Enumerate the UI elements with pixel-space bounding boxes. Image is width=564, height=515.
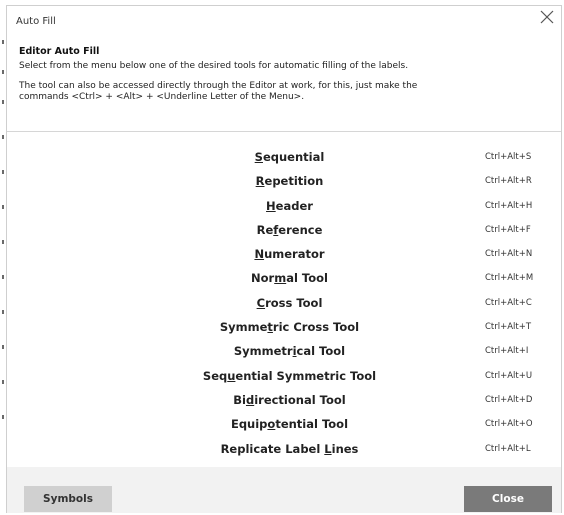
tool-row: Symmetric Cross Tool Ctrl+Alt+T xyxy=(7,315,561,339)
tool-label-prefix: Nor xyxy=(251,271,275,286)
tool-row: Replicate Label Lines Ctrl+Alt+L xyxy=(7,437,561,461)
window-title: Auto Fill xyxy=(16,16,56,27)
dialog-header: Editor Auto Fill Select from the menu be… xyxy=(19,46,539,103)
tool-label-mnemonic: S xyxy=(254,150,263,164)
tool-shortcut: Ctrl+Alt+H xyxy=(485,200,533,211)
tool-label-suffix: al Tool xyxy=(286,271,328,286)
tool-shortcut: Ctrl+Alt+F xyxy=(485,224,531,235)
tool-label-mnemonic: L xyxy=(324,441,332,456)
tool-shortcut: Ctrl+Alt+R xyxy=(485,176,532,187)
tool-label-suffix: cal Tool xyxy=(296,344,346,359)
tool-label-prefix: Symme xyxy=(219,320,268,335)
tool-shortcut: Ctrl+Alt+L xyxy=(485,443,531,454)
tool-shortcut: Ctrl+Alt+O xyxy=(485,419,533,430)
symbols-button[interactable]: Symbols xyxy=(24,486,112,512)
tool-label-mnemonic: R xyxy=(255,174,265,189)
tool-label-suffix: ential Symmetric Tool xyxy=(235,368,377,383)
tool-shortcut: Ctrl+Alt+N xyxy=(485,249,533,260)
header-divider xyxy=(7,131,561,132)
tool-row: Symmetrical Tool Ctrl+Alt+I xyxy=(7,339,561,363)
tool-label-suffix: equential xyxy=(262,150,325,164)
title-bar: Auto Fill xyxy=(7,6,561,38)
tool-shortcut: Ctrl+Alt+D xyxy=(485,394,533,405)
tool-label-mnemonic: H xyxy=(266,198,276,213)
tool-shortcut: Ctrl+Alt+U xyxy=(485,370,533,381)
tool-row: Sequential Ctrl+Alt+S xyxy=(7,145,561,169)
tool-label-mnemonic: C xyxy=(256,295,266,310)
tool-row: Numerator Ctrl+Alt+N xyxy=(7,242,561,266)
tool-row: Cross Tool Ctrl+Alt+C xyxy=(7,291,561,315)
tool-menu-item[interactable]: Equipotential Tool xyxy=(167,417,412,431)
tool-row: Bidirectional Tool Ctrl+Alt+D xyxy=(7,388,561,412)
tool-row: Sequential Symmetric Tool Ctrl+Alt+U xyxy=(7,364,561,388)
tool-list: Sequential Ctrl+Alt+S Repetition Ctrl+Alt+R… xyxy=(7,145,561,461)
tool-menu-item[interactable]: Cross Tool xyxy=(167,296,412,310)
tool-menu-item[interactable]: Bidirectional Tool xyxy=(167,393,412,407)
tool-row: Reference Ctrl+Alt+F xyxy=(7,218,561,242)
tool-label-suffix: ross Tool xyxy=(265,295,323,310)
header-note: The tool can also be accessed directly t… xyxy=(19,81,418,102)
tool-shortcut: Ctrl+Alt+T xyxy=(485,322,532,333)
header-title: Editor Auto Fill xyxy=(19,46,100,57)
tool-shortcut: Ctrl+Alt+S xyxy=(485,152,532,162)
close-icon[interactable] xyxy=(537,9,557,29)
tool-menu-item[interactable]: Header xyxy=(167,199,412,213)
tool-label-prefix: Seq xyxy=(202,368,228,383)
auto-fill-dialog: Auto Fill Editor Auto Fill Select from t… xyxy=(6,5,562,513)
tool-label-suffix: ines xyxy=(331,441,359,456)
tool-menu-item[interactable]: Reference xyxy=(167,223,412,237)
tool-label-prefix: Re xyxy=(256,222,274,237)
tool-row: Normal Tool Ctrl+Alt+M xyxy=(7,266,561,290)
tool-shortcut: Ctrl+Alt+C xyxy=(485,297,532,308)
close-icon-glyph xyxy=(540,10,554,24)
tool-shortcut: Ctrl+Alt+M xyxy=(485,273,534,284)
tool-menu-item[interactable]: Repetition xyxy=(167,174,412,188)
tool-label-suffix: umerator xyxy=(264,247,325,262)
tool-menu-item[interactable]: Symmetric Cross Tool xyxy=(167,320,412,334)
tool-menu-item[interactable]: Sequential xyxy=(167,150,412,164)
tool-label-mnemonic: d xyxy=(245,392,255,407)
header-description: Select from the menu below one of the de… xyxy=(19,61,409,71)
tool-label-suffix: epetition xyxy=(264,174,324,189)
tool-row: Equipotential Tool Ctrl+Alt+O xyxy=(7,412,561,436)
tool-label-prefix: Replicate Label xyxy=(220,441,325,456)
tool-shortcut: Ctrl+Alt+I xyxy=(485,346,529,357)
tool-menu-item[interactable]: Replicate Label Lines xyxy=(167,442,412,456)
tool-label-mnemonic: m xyxy=(274,271,287,286)
tool-menu-item[interactable]: Sequential Symmetric Tool xyxy=(167,369,412,383)
close-button[interactable]: Close xyxy=(464,486,552,512)
dialog-footer: Symbols Close xyxy=(7,467,561,513)
tool-menu-item[interactable]: Numerator xyxy=(167,247,412,261)
tool-row: Header Ctrl+Alt+H xyxy=(7,194,561,218)
tool-label-suffix: irectional Tool xyxy=(254,392,346,407)
tool-menu-item[interactable]: Symmetrical Tool xyxy=(167,344,412,358)
tool-label-suffix: erence xyxy=(278,222,323,237)
tool-label-mnemonic: N xyxy=(254,247,265,262)
tool-label-suffix: eader xyxy=(275,198,313,213)
tool-label-prefix: Equip xyxy=(230,417,268,432)
tool-label-suffix: ric Cross Tool xyxy=(272,320,360,335)
tool-label-prefix: Symmetr xyxy=(233,344,293,359)
tool-menu-item[interactable]: Normal Tool xyxy=(167,271,412,285)
tool-label-suffix: tential Tool xyxy=(275,417,349,432)
tool-row: Repetition Ctrl+Alt+R xyxy=(7,169,561,193)
tool-label-prefix: Bi xyxy=(233,392,246,407)
